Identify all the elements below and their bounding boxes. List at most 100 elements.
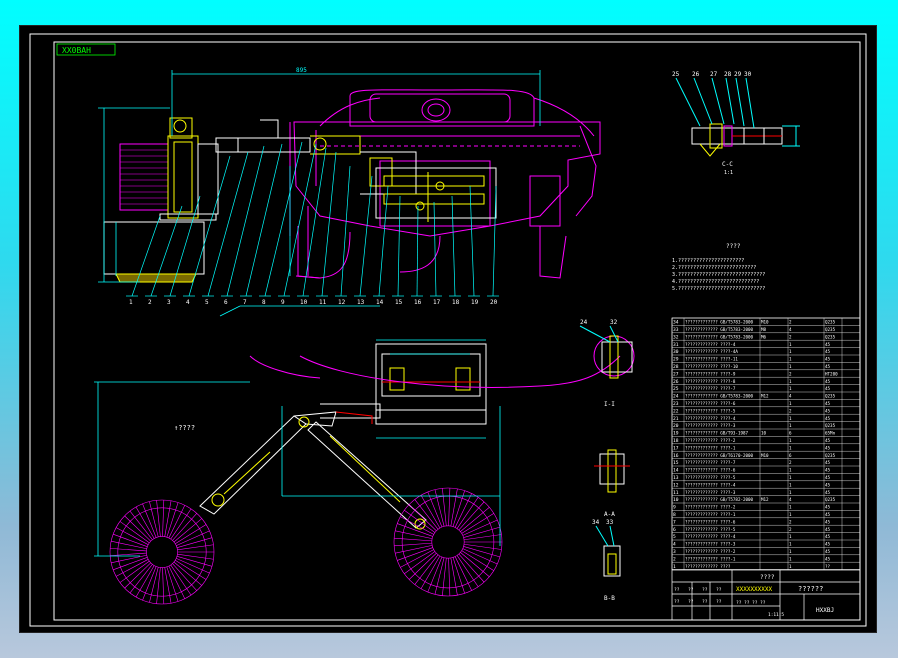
brush-bristle <box>395 545 433 554</box>
section-part-number: 25 <box>672 71 680 78</box>
bom-material: 45 <box>825 357 831 362</box>
top-dimension-label: 895 <box>296 67 307 74</box>
section-part-number: 29 <box>734 71 742 78</box>
bom-code: M10 <box>761 320 769 325</box>
bom-material: 45 <box>825 416 831 421</box>
bom-qty: 2 <box>789 320 792 325</box>
bom-qty: 2 <box>789 334 792 339</box>
bom-qty: 1 <box>789 556 792 561</box>
section-part-number: 28 <box>724 71 732 78</box>
title-cell: ?? <box>716 599 722 605</box>
bom-material: Q235 <box>825 453 836 458</box>
brush-bristle <box>162 567 165 604</box>
brush-hub <box>146 536 178 568</box>
bom-name: ????????????? ???? <box>685 564 731 569</box>
leader-lines <box>126 141 499 297</box>
scale-cell: ?? <box>736 600 742 606</box>
brush-bristle <box>460 507 490 532</box>
brush-bristle <box>129 510 153 540</box>
bom-qty: 1 <box>789 445 792 450</box>
part-number: 6 <box>224 299 228 306</box>
bom-no: 2 <box>673 556 676 562</box>
bom-qty: 1 <box>789 379 792 384</box>
bom-no: 4 <box>673 542 676 548</box>
leader-line <box>283 143 317 297</box>
part-number: 8 <box>262 299 266 306</box>
bom-name: ????????????? ????-11 <box>685 357 738 362</box>
bom-qty: 1 <box>789 549 792 554</box>
leader-line <box>397 195 401 297</box>
bom-name: ????????????? ????-3 <box>685 490 736 495</box>
section-cc-labels: 25 26 27 28 29 30 <box>672 71 752 78</box>
bom-name: ????????????? GB/T5783-2000 <box>685 334 754 339</box>
cad-drawing: XX0BAH 895 1 2 3 4 5 6 7 8 9 10 11 12 13… <box>29 33 867 627</box>
bom-no: 14 <box>673 468 679 474</box>
bom-no: 20 <box>673 423 679 429</box>
leader-line <box>188 155 231 297</box>
title-cell: ?? <box>688 599 694 605</box>
bom-name: ????????????? ????-6 <box>685 401 736 406</box>
bom-qty: 1 <box>789 401 792 406</box>
part-number: 15 <box>395 299 403 306</box>
brush-bristle <box>135 506 155 539</box>
brush-bristle <box>408 504 437 531</box>
bom-name: ????????????? ????-6 <box>685 468 736 473</box>
truck-rear-view <box>289 89 601 279</box>
bom-code: 10 <box>761 431 767 436</box>
brush-bristle <box>156 567 161 604</box>
title-cell: ?? <box>688 587 694 593</box>
bom-no: 12 <box>673 482 679 488</box>
bom-name: ????????????? ????-5 <box>685 527 736 532</box>
title-cell: ?? <box>702 587 708 593</box>
bom-qty: 2 <box>789 460 792 465</box>
project-name: ?????? <box>798 585 823 593</box>
brush-bristle <box>458 553 485 583</box>
bom-no: 19 <box>673 431 679 437</box>
bom-no: 28 <box>673 364 679 370</box>
bom-qty: 2 <box>789 527 792 532</box>
part-number: 17 <box>433 299 441 306</box>
brush-bristle <box>177 544 214 551</box>
brush-bristle <box>172 563 198 591</box>
bom-name: ????????????? ????-9 <box>685 371 736 376</box>
bom-no: 24 <box>673 394 679 400</box>
brush-bristle <box>162 500 165 537</box>
brush-bristle <box>448 488 451 526</box>
section-part-number: 30 <box>744 71 752 78</box>
b-label: B-B <box>604 595 615 602</box>
bom-qty: 1 <box>789 342 792 347</box>
arm-linkage <box>199 411 427 530</box>
brush-bristle <box>408 553 437 580</box>
bom-material: 45 <box>825 445 831 450</box>
scale-cell: ?? <box>752 600 758 606</box>
bom-material: 45 <box>825 379 831 384</box>
brush-bristle <box>450 488 458 527</box>
leader-line <box>245 143 283 297</box>
part-number: 11 <box>319 299 327 306</box>
detail-part-number: 33 <box>606 519 614 526</box>
bom-material: Q235 <box>825 394 836 399</box>
bom-material: HT200 <box>825 371 838 376</box>
detail-part-number: 24 <box>580 319 588 326</box>
bom-name: ????????????? GB/T93-1987 <box>685 431 749 436</box>
bom-name: ????????????? GB/T5783-2000 <box>685 320 754 325</box>
bom-qty: 1 <box>789 423 792 428</box>
leader-line <box>433 201 437 297</box>
leader-line <box>492 185 497 297</box>
brush-bristle <box>172 513 198 541</box>
drawing-number: XXXXXXXXXX <box>736 586 773 593</box>
bom-qty: 4 <box>789 497 792 502</box>
bom-qty: 1 <box>789 534 792 539</box>
brush-bristle <box>394 542 432 547</box>
cad-viewport[interactable]: XX0BAH 895 1 2 3 4 5 6 7 8 9 10 11 12 13… <box>19 25 877 633</box>
brush-hub <box>431 525 465 559</box>
bom-material: 45 <box>825 475 831 480</box>
bom-qty: 2 <box>789 519 792 524</box>
bom-no: 6 <box>673 527 676 533</box>
cc-scale: 1:1 <box>724 170 733 176</box>
bom-material: 45 <box>825 364 831 369</box>
bom-no: 18 <box>673 438 679 444</box>
part-number: 14 <box>376 299 384 306</box>
bom-material: Q235 <box>825 497 836 502</box>
bom-material: 45 <box>825 519 831 524</box>
